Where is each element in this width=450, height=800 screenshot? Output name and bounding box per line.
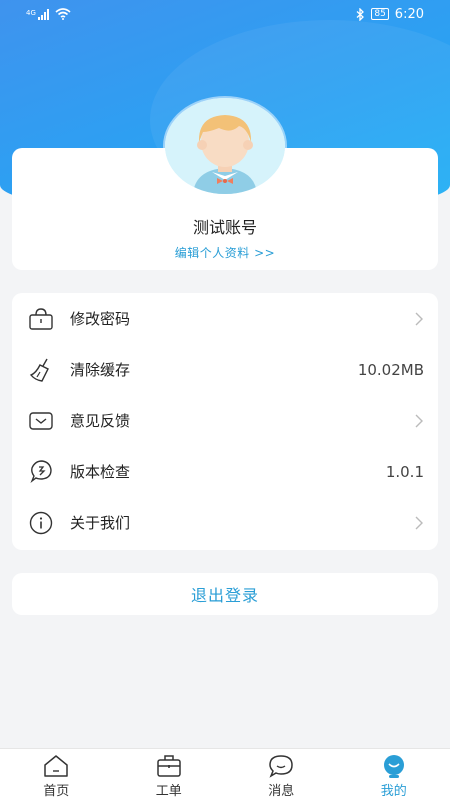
broom-icon: [28, 357, 54, 383]
account-name: 测试账号: [192, 218, 257, 237]
tab-work-orders[interactable]: 工单: [113, 749, 226, 800]
briefcase-icon: [157, 755, 181, 777]
tab-home[interactable]: 首页: [0, 749, 113, 800]
tab-label: 我的: [380, 784, 407, 799]
bluetooth-icon: [356, 7, 365, 21]
avatar[interactable]: [165, 98, 285, 194]
menu-item-about-us[interactable]: 关于我们: [12, 497, 438, 548]
status-bar: 4G 85 6:20: [0, 0, 450, 28]
tab-label: 首页: [43, 784, 70, 799]
tab-messages[interactable]: 消息: [225, 749, 338, 800]
chevron-right-icon: [415, 516, 423, 529]
menu-item-feedback[interactable]: 意见反馈: [12, 395, 438, 446]
menu-item-clear-cache[interactable]: 清除缓存 10.02MB: [12, 344, 438, 395]
lock-icon: [28, 306, 54, 332]
tab-label: 消息: [268, 784, 295, 799]
wifi-icon: [55, 8, 71, 20]
menu-item-label: 版本检查: [70, 463, 131, 481]
message-icon: [269, 755, 294, 778]
profile-icon: [383, 755, 404, 778]
menu-item-change-password[interactable]: 修改密码: [12, 293, 438, 344]
network-type-label: 4G: [26, 8, 36, 17]
settings-menu: 修改密码 清除缓存 10.02MB 意见反馈 版本检查 1.0.1 关于我们: [12, 293, 438, 550]
feedback-icon: [28, 408, 54, 434]
tab-profile[interactable]: 我的: [338, 749, 450, 800]
home-icon: [44, 755, 68, 777]
menu-item-label: 意见反馈: [70, 412, 131, 430]
signal-icon: 4G: [26, 8, 49, 20]
chevron-right-icon: [415, 312, 423, 325]
logout-button[interactable]: 退出登录: [12, 573, 438, 615]
cache-size-value: 10.02MB: [357, 360, 424, 379]
version-value: 1.0.1: [385, 462, 424, 481]
bottom-tab-bar: 首页 工单 消息 我的: [0, 748, 450, 800]
menu-item-label: 修改密码: [70, 310, 131, 328]
info-icon: [28, 510, 54, 536]
logout-label: 退出登录: [190, 586, 259, 605]
battery-icon: 85: [371, 8, 389, 20]
menu-item-label: 关于我们: [70, 514, 131, 532]
edit-profile-link[interactable]: 编辑个人资料 >>: [0, 244, 450, 261]
status-bar-left: 4G: [26, 8, 71, 20]
status-bar-right: 85 6:20: [356, 7, 424, 22]
chevron-right-icon: [415, 414, 423, 427]
tab-label: 工单: [155, 784, 182, 799]
menu-item-label: 清除缓存: [70, 361, 131, 379]
avatar-illustration: [165, 98, 285, 194]
status-time: 6:20: [394, 6, 424, 22]
version-icon: [28, 459, 54, 485]
menu-item-version-check[interactable]: 版本检查 1.0.1: [12, 446, 438, 497]
